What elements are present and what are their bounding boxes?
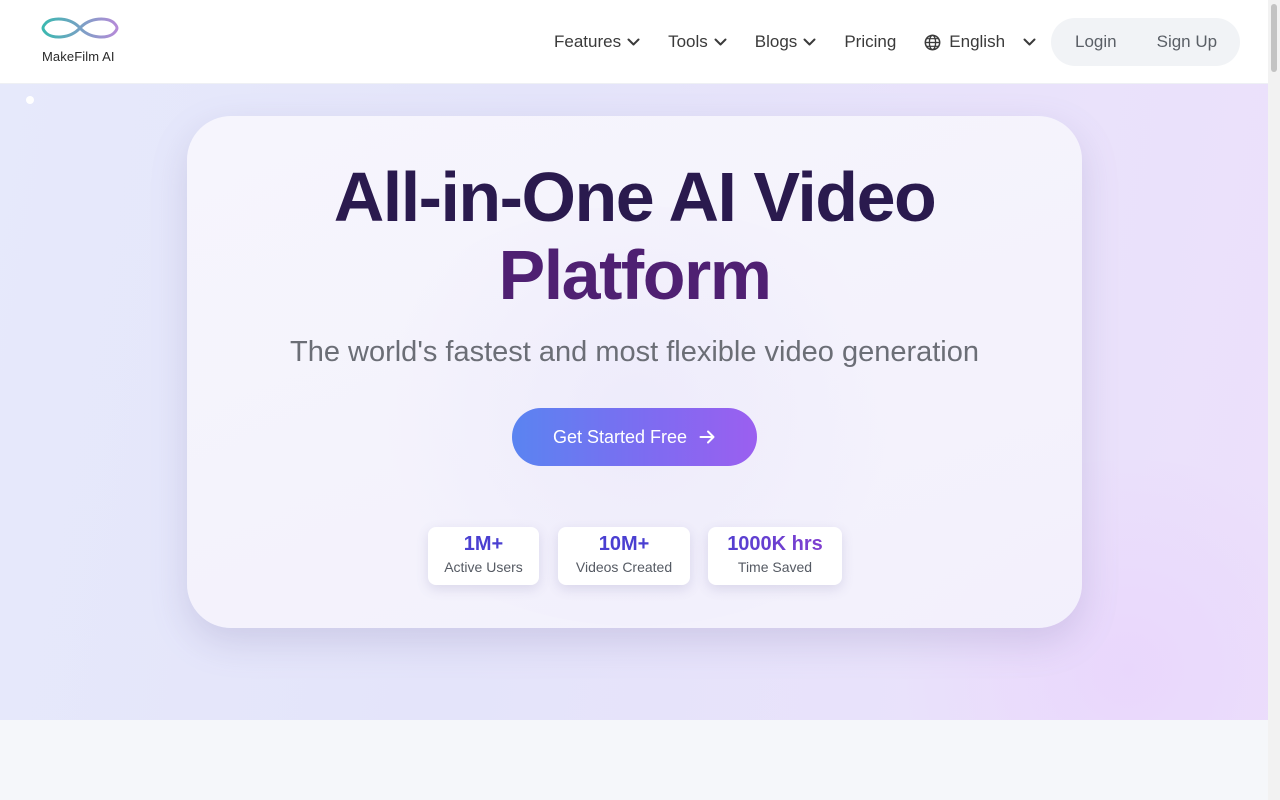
main-nav: Features Tools Blogs Pricing English bbox=[554, 0, 1036, 84]
brand-logo[interactable]: MakeFilm AI bbox=[38, 14, 122, 70]
stat-label: Time Saved bbox=[737, 559, 813, 575]
stat-value: 1M+ bbox=[463, 533, 504, 555]
top-navbar: MakeFilm AI Features Tools Blogs Pricing bbox=[0, 0, 1268, 84]
nav-tools-label: Tools bbox=[668, 32, 708, 51]
next-section bbox=[0, 720, 1268, 800]
arrow-right-icon bbox=[699, 430, 716, 444]
stat-card-time: 1000K hrs Time Saved bbox=[708, 527, 842, 585]
chevron-down-icon bbox=[1023, 38, 1036, 47]
chevron-down-icon bbox=[627, 38, 640, 47]
stat-card-users: 1M+ Active Users bbox=[428, 527, 539, 585]
nav-pricing[interactable]: Pricing bbox=[844, 32, 896, 52]
hero-title-line2: Platform bbox=[498, 236, 772, 314]
nav-features-label: Features bbox=[554, 32, 622, 51]
auth-buttons: Login Sign Up bbox=[1051, 18, 1240, 66]
chevron-down-icon bbox=[714, 38, 727, 47]
get-started-label: Get Started Free bbox=[552, 426, 688, 447]
hero-card: All-in-One AI Video Platform The world's… bbox=[187, 116, 1082, 628]
signup-button[interactable]: Sign Up bbox=[1157, 32, 1217, 52]
brand-name: MakeFilm AI bbox=[42, 49, 115, 64]
get-started-button[interactable]: Get Started Free bbox=[512, 408, 757, 466]
globe-icon bbox=[924, 34, 941, 51]
stat-label: Active Users bbox=[444, 559, 523, 575]
stat-card-videos: 10M+ Videos Created bbox=[558, 527, 690, 585]
hero-subtitle: The world's fastest and most flexible vi… bbox=[289, 336, 980, 368]
page-scrollbar[interactable] bbox=[1268, 0, 1280, 800]
scrollbar-thumb[interactable] bbox=[1271, 4, 1277, 72]
infinity-logo-icon bbox=[41, 17, 119, 39]
nav-blogs-label: Blogs bbox=[754, 32, 798, 51]
stat-label: Videos Created bbox=[575, 559, 673, 575]
language-label: English bbox=[949, 32, 1006, 51]
nav-blogs[interactable]: Blogs bbox=[755, 32, 817, 52]
stat-value: 10M+ bbox=[598, 533, 650, 555]
hero-title: All-in-One AI Video Platform bbox=[187, 158, 1082, 314]
nav-tools[interactable]: Tools bbox=[668, 32, 727, 52]
stat-value: 1000K hrs bbox=[708, 533, 842, 555]
decorative-dot bbox=[26, 96, 34, 104]
hero-section: All-in-One AI Video Platform The world's… bbox=[0, 84, 1268, 720]
language-selector[interactable]: English bbox=[924, 32, 1036, 52]
hero-title-line1: All-in-One AI Video bbox=[333, 158, 937, 236]
chevron-down-icon bbox=[803, 38, 816, 47]
nav-features[interactable]: Features bbox=[554, 32, 640, 52]
login-button[interactable]: Login bbox=[1075, 32, 1117, 52]
nav-pricing-label: Pricing bbox=[844, 32, 897, 51]
